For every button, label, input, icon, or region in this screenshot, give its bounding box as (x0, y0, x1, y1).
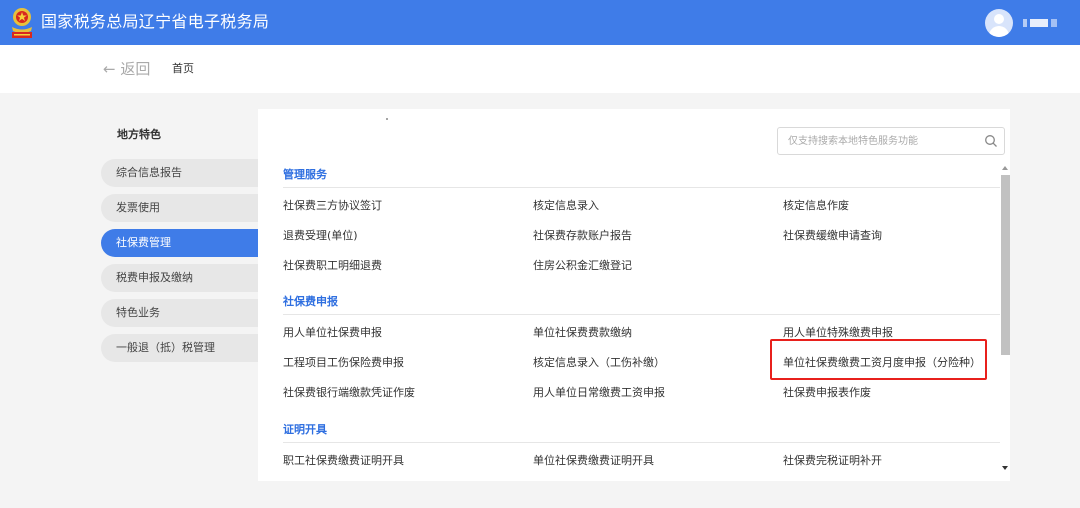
section-title-declaration: 社保费申报 (283, 295, 338, 308)
sidebar-item-invoice-use[interactable]: 发票使用 (101, 194, 258, 222)
service-link[interactable]: 住房公积金汇缴登记 (533, 259, 632, 273)
user-avatar-icon[interactable] (985, 9, 1013, 37)
scrollbar[interactable] (1000, 162, 1010, 475)
service-link[interactable]: 社保费缓缴申请查询 (783, 229, 882, 243)
breadcrumb-bar: ← 返回 首页 (0, 45, 1080, 93)
service-link[interactable]: 职工社保费缴费证明开具 (283, 454, 404, 468)
sidebar-item-comprehensive-info[interactable]: 综合信息报告 (101, 159, 258, 187)
service-link[interactable]: 社保费完税证明补开 (783, 454, 882, 468)
section-divider (283, 314, 1000, 315)
service-panel: 管理服务 社保费三方协议签订 核定信息录入 核定信息作废 退费受理(单位) 社保… (258, 109, 1010, 481)
back-button[interactable]: ← 返回 (103, 60, 150, 78)
service-link[interactable]: 工程项目工伤保险费申报 (283, 356, 404, 370)
sidebar-item-tax-declaration[interactable]: 税费申报及缴纳 (101, 264, 258, 292)
search-input[interactable] (788, 132, 978, 150)
service-link[interactable]: 核定信息录入（工伤补缴） (533, 356, 665, 370)
sidebar-item-social-insurance[interactable]: 社保费管理 (101, 229, 258, 257)
section-title-management: 管理服务 (283, 168, 327, 181)
service-link[interactable]: 单位社保费缴费证明开具 (533, 454, 654, 468)
sidebar-title: 地方特色 (117, 128, 161, 141)
scroll-up-arrow-icon[interactable] (1002, 166, 1008, 170)
username-redacted[interactable] (1023, 19, 1059, 27)
breadcrumb-home[interactable]: 首页 (172, 62, 194, 76)
search-icon[interactable] (984, 134, 998, 148)
service-link[interactable]: 单位社保费费款缴纳 (533, 326, 632, 340)
highlight-box (770, 339, 987, 380)
service-link[interactable]: 核定信息作废 (783, 199, 849, 213)
scrollbar-thumb[interactable] (1001, 175, 1010, 355)
sidebar-item-special-business[interactable]: 特色业务 (101, 299, 258, 327)
scroll-down-arrow-icon[interactable] (1002, 466, 1008, 470)
service-link[interactable]: 核定信息录入 (533, 199, 599, 213)
service-link[interactable]: 社保费职工明细退费 (283, 259, 382, 273)
service-link[interactable]: 社保费申报表作废 (783, 386, 871, 400)
service-link[interactable]: 用人单位日常缴费工资申报 (533, 386, 665, 400)
service-link[interactable]: 社保费存款账户报告 (533, 229, 632, 243)
service-link[interactable]: 社保费三方协议签订 (283, 199, 382, 213)
service-link[interactable]: 退费受理(单位) (283, 229, 358, 243)
service-link[interactable]: 社保费银行端缴款凭证作废 (283, 386, 415, 400)
service-link[interactable]: 用人单位特殊缴费申报 (783, 326, 893, 340)
sidebar-item-tax-refund[interactable]: 一般退（抵）税管理 (101, 334, 258, 362)
service-link[interactable]: 用人单位社保费申报 (283, 326, 382, 340)
section-divider (283, 442, 1000, 443)
section-title-certificates: 证明开具 (283, 423, 327, 436)
tax-emblem-icon (12, 8, 32, 38)
section-divider (283, 187, 1000, 188)
app-title: 国家税务总局辽宁省电子税务局 (41, 12, 270, 31)
top-header-bar: 国家税务总局辽宁省电子税务局 (0, 0, 1080, 45)
search-box[interactable] (777, 127, 1005, 155)
